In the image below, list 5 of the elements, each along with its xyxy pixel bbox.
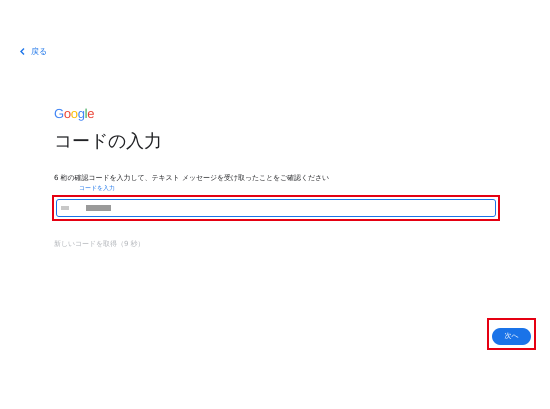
chevron-left-icon	[20, 48, 25, 55]
redacted-value-drawing	[61, 204, 111, 212]
page-title: コードの入力	[54, 130, 163, 153]
logo: Google	[54, 106, 96, 121]
back-link[interactable]: 戻る	[20, 46, 47, 57]
